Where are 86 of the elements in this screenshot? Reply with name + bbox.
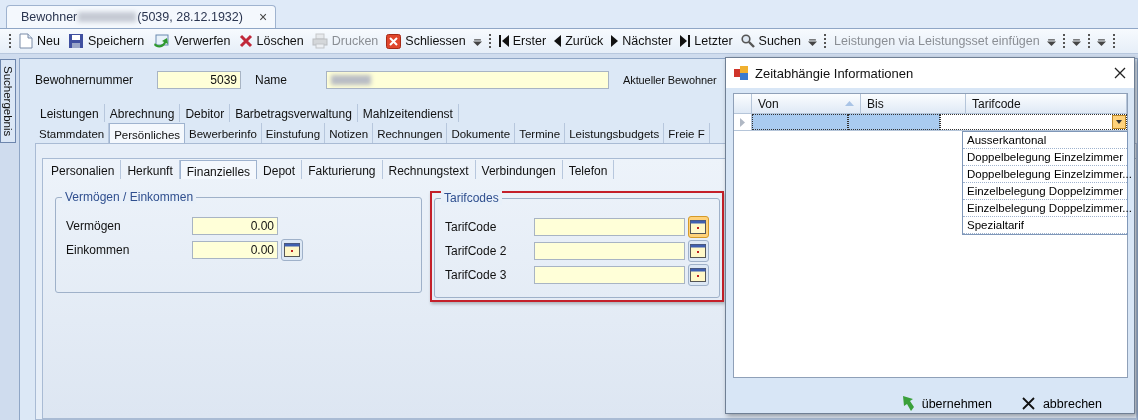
calendar-button[interactable] bbox=[281, 239, 303, 261]
column-header[interactable]: Tarifcode bbox=[966, 94, 1127, 113]
calendar-button[interactable] bbox=[687, 216, 709, 238]
toolbar-button[interactable]: Suchen bbox=[737, 32, 804, 50]
toolbar-button[interactable]: Löschen bbox=[235, 32, 307, 50]
toolbar-button[interactable]: Schliessen bbox=[383, 31, 469, 51]
tab[interactable]: Debitor bbox=[180, 104, 231, 122]
calendar-button[interactable] bbox=[687, 240, 709, 262]
document-tab[interactable]: Bewohner (5039, 28.12.1932) × bbox=[6, 5, 277, 28]
side-panel-label: Suchergebnis bbox=[2, 65, 14, 137]
skip-first-icon bbox=[498, 35, 509, 47]
toolbar-button[interactable]: Erster bbox=[495, 32, 550, 50]
column-header[interactable]: Bis bbox=[861, 94, 966, 113]
triangle-right-icon bbox=[611, 35, 619, 47]
row-pointer-icon bbox=[740, 117, 745, 127]
group-title: Tarifcodes bbox=[441, 191, 502, 205]
toolbar-button[interactable]: Zurück bbox=[551, 32, 607, 50]
tab[interactable]: Verbindungen bbox=[475, 160, 563, 179]
toolbar-button[interactable]: Neu bbox=[16, 31, 63, 51]
field-label: TarifCode 3 bbox=[445, 268, 508, 282]
toolbar-button[interactable]: Letzter bbox=[677, 32, 736, 50]
tab[interactable]: Rechnungstext bbox=[382, 160, 476, 179]
dropdown-cell[interactable] bbox=[940, 114, 1127, 130]
calendar-button[interactable] bbox=[687, 264, 709, 286]
field-label: TarifCode 2 bbox=[445, 244, 508, 258]
dropdown-button[interactable] bbox=[1112, 115, 1126, 129]
dropdown-option[interactable]: Spezialtarif bbox=[963, 217, 1127, 234]
dialog-title: Zeitabhängie Informationen bbox=[755, 65, 915, 81]
printer-icon bbox=[311, 33, 328, 49]
triangle-left-icon bbox=[554, 35, 562, 47]
caret-icon bbox=[1116, 120, 1122, 124]
close-icon[interactable]: × bbox=[258, 9, 268, 25]
delete-icon bbox=[238, 34, 253, 48]
input-field[interactable] bbox=[534, 218, 685, 236]
toolbar-grip[interactable] bbox=[1087, 34, 1090, 48]
toolbar-grip[interactable] bbox=[488, 34, 491, 48]
toolbar-button[interactable]: Nächster bbox=[608, 32, 676, 50]
page-icon bbox=[19, 33, 33, 49]
tab[interactable]: Fakturierung bbox=[302, 160, 383, 179]
toolbar-grip[interactable] bbox=[1062, 34, 1065, 48]
cancel-button[interactable]: abbrechen bbox=[1019, 394, 1104, 413]
cross-icon bbox=[1021, 397, 1035, 410]
group-title: Vermögen / Einkommen bbox=[62, 190, 197, 204]
window-icon bbox=[734, 66, 748, 80]
accept-button[interactable]: übernehmen bbox=[899, 394, 994, 413]
field-label: Vermögen bbox=[66, 219, 122, 233]
tab[interactable]: Mahlzeitendienst bbox=[357, 104, 459, 122]
tab[interactable]: Finanzielles bbox=[179, 160, 258, 179]
input-field[interactable]: 0.00 bbox=[192, 217, 278, 235]
field-label: Aktueller Bewohner bbox=[623, 74, 717, 86]
dropdown-option[interactable]: Ausserkantonal bbox=[963, 132, 1127, 149]
field-label: Einkommen bbox=[66, 243, 131, 257]
tab[interactable]: Telefon bbox=[562, 160, 615, 179]
tab-title: (5039, 28.12.1932) bbox=[137, 10, 243, 24]
toolbar-button[interactable]: Speichern bbox=[64, 31, 148, 51]
close-icon bbox=[386, 33, 402, 49]
blurred-text bbox=[78, 12, 137, 22]
tab[interactable]: Persönliches bbox=[109, 123, 186, 143]
field-label: TarifCode bbox=[445, 220, 498, 234]
input-field[interactable]: 0.00 bbox=[192, 241, 278, 259]
grid-cell[interactable] bbox=[752, 114, 848, 130]
close-icon[interactable] bbox=[1114, 67, 1126, 79]
toolbar-grip[interactable] bbox=[1112, 34, 1115, 48]
skip-last-icon bbox=[680, 35, 691, 47]
tab[interactable]: Herkunft bbox=[121, 160, 180, 179]
tab[interactable]: Leistungen bbox=[35, 104, 105, 122]
tab[interactable]: Depot bbox=[257, 160, 303, 179]
dropdown-option[interactable]: Einzelbelegung Doppelzimmer bbox=[963, 183, 1127, 200]
field-label: Bewohnernummer bbox=[35, 73, 135, 87]
toolbar-button[interactable]: Verwerfen bbox=[149, 31, 234, 51]
sort-arrow-icon bbox=[845, 101, 854, 106]
column-header[interactable]: Von bbox=[752, 94, 861, 113]
name-field[interactable] bbox=[326, 71, 609, 89]
field-label: Name bbox=[255, 73, 288, 87]
side-panel-tab[interactable]: Suchergebnis bbox=[0, 59, 16, 143]
tab[interactable]: Barbetragsverwaltung bbox=[230, 104, 358, 122]
input-field[interactable] bbox=[534, 266, 685, 284]
tab[interactable]: Abrechnung bbox=[104, 104, 181, 122]
input-field[interactable] bbox=[534, 242, 685, 260]
number-field[interactable]: 5039 bbox=[157, 71, 241, 89]
dropdown-option[interactable]: Doppelbelegung Einzelzimmer bbox=[963, 149, 1127, 166]
tab[interactable]: Personalien bbox=[45, 160, 122, 179]
grid-cell[interactable] bbox=[848, 114, 940, 130]
tab-title: Bewohner bbox=[21, 10, 78, 24]
arrow-icon bbox=[901, 396, 914, 411]
search-icon bbox=[740, 34, 755, 48]
